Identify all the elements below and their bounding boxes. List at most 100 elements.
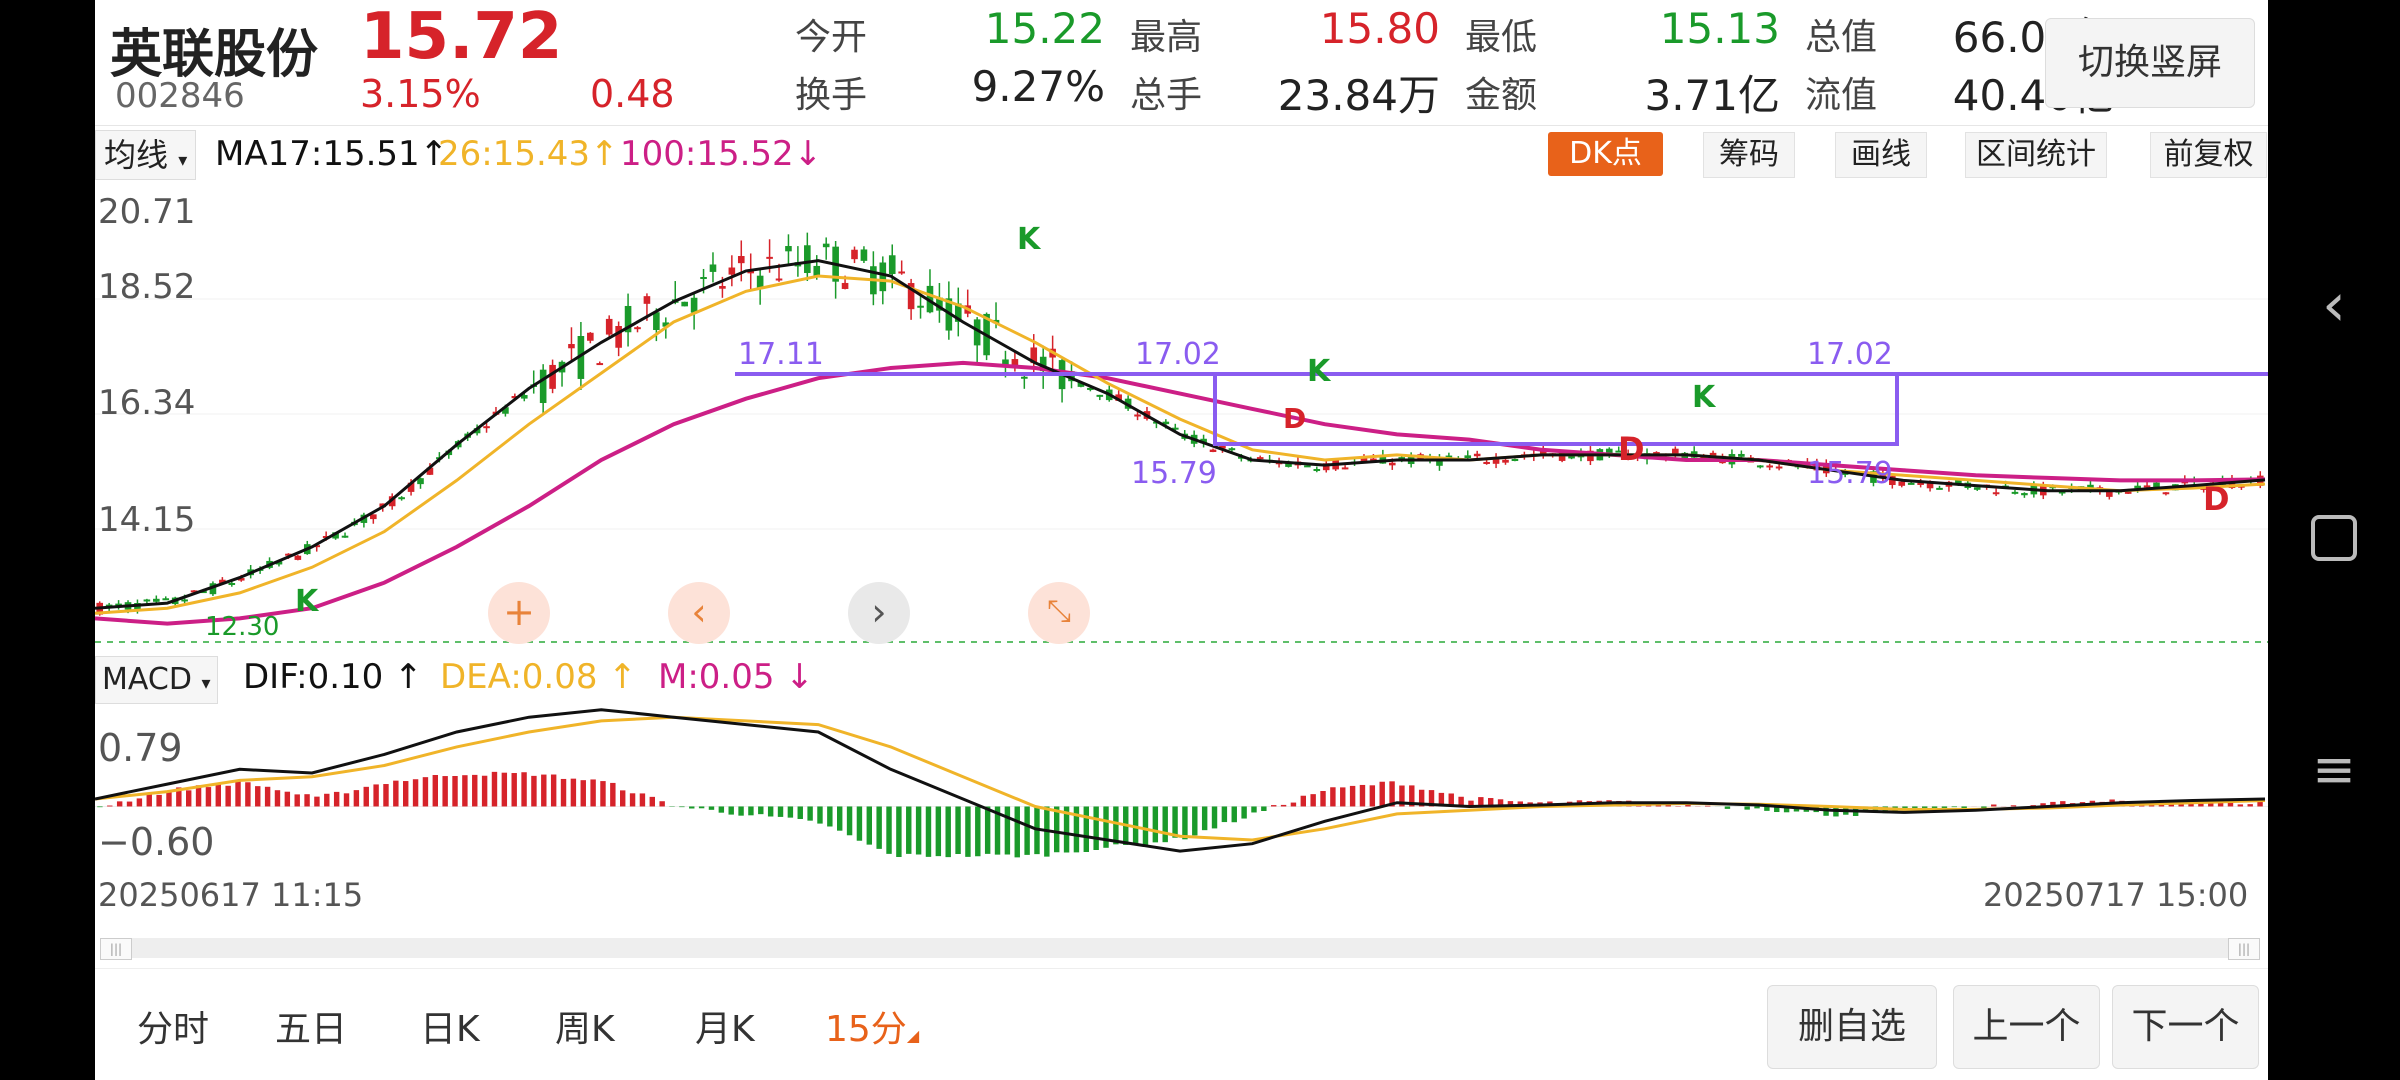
- candle-body: [813, 265, 821, 276]
- time-axis-start: 20250617 11:15: [98, 876, 364, 914]
- chart-scrollbar[interactable]: ||| |||: [100, 938, 2260, 960]
- k-signal-label: K: [295, 584, 319, 619]
- chips-button[interactable]: 筹码: [1703, 132, 1795, 178]
- ma100-arrow: ↓: [793, 134, 823, 174]
- app-screen: 英联股份 15.72 002846 3.15% 0.48 今开 15.22 最高 15…: [95, 0, 2268, 1080]
- m-value: M:0.05: [658, 657, 775, 697]
- draw-line-button[interactable]: 画线: [1835, 132, 1927, 178]
- forward-adjust-button[interactable]: 前复权: [2150, 132, 2267, 178]
- candle-body: [822, 243, 830, 248]
- next-stock-label: 下一个: [2131, 1006, 2240, 1047]
- stat-value: 15.22: [984, 4, 1105, 53]
- remove-watchlist-button[interactable]: 删自选: [1767, 985, 1937, 1069]
- candle-body: [898, 271, 905, 274]
- candle-body: [1209, 449, 1217, 453]
- stat-value: 15.80: [1319, 4, 1440, 53]
- previous-stock-label: 上一个: [1972, 1006, 2081, 1047]
- tab-five-day[interactable]: 五日: [275, 1000, 347, 1052]
- candle-body: [2143, 485, 2151, 488]
- chevron-down-icon: ▾: [201, 673, 211, 694]
- candle-body: [2021, 493, 2028, 496]
- candle-body: [775, 278, 783, 281]
- candle-body: [1756, 465, 1764, 468]
- previous-stock-button[interactable]: 上一个: [1953, 985, 2100, 1069]
- macd-axis-label: 0.79: [98, 726, 183, 770]
- scroll-right-button[interactable]: ›: [848, 582, 910, 644]
- next-stock-button[interactable]: 下一个: [2112, 985, 2259, 1069]
- range-stats-label: 区间统计: [1976, 137, 2096, 172]
- dea-line: [95, 715, 2266, 842]
- tab-15min-label: 15分: [825, 1009, 907, 1050]
- home-icon[interactable]: [2268, 515, 2400, 561]
- candle-body: [1775, 466, 1783, 469]
- level-label-top-right: 17.02: [1807, 337, 1893, 372]
- tab-timeshare[interactable]: 分时: [137, 1000, 209, 1052]
- candle-body: [341, 535, 349, 538]
- stat-label: 今开: [795, 17, 868, 58]
- scroll-left-button[interactable]: ‹: [668, 582, 730, 644]
- scroll-handle-left[interactable]: |||: [100, 938, 132, 960]
- candle-body: [143, 599, 151, 602]
- scroll-handle-right[interactable]: |||: [2228, 938, 2260, 960]
- ma17-line: [95, 259, 2266, 610]
- candle-body: [1936, 487, 1943, 490]
- macd-selector[interactable]: MACD ▾: [95, 656, 218, 704]
- candle-body: [719, 286, 726, 289]
- candle-body: [1898, 481, 1906, 486]
- candle-body: [2162, 492, 2170, 495]
- m-readout: M:0.05 ↓: [658, 657, 814, 697]
- ma26-value: 26:15.43: [438, 134, 591, 174]
- tab-15min[interactable]: 15分◢: [825, 1000, 919, 1052]
- candle-body: [181, 599, 188, 602]
- candle-body: [1473, 453, 1481, 457]
- kline-chart[interactable]: [95, 184, 2268, 644]
- stat-label: 金额: [1465, 75, 1538, 116]
- candle-body: [851, 249, 858, 260]
- level-label-bottom-right: 15.79: [1807, 456, 1893, 491]
- candle-body: [1464, 455, 1472, 459]
- candle-body: [1973, 487, 1981, 490]
- tab-day-k[interactable]: 日K: [420, 1000, 480, 1052]
- candle-body: [1304, 465, 1311, 468]
- candle-body: [879, 262, 887, 292]
- back-icon[interactable]: ‹: [2268, 270, 2400, 340]
- plus-icon: +: [503, 590, 535, 634]
- dk-button-label: DK点: [1569, 136, 1642, 171]
- dif-value: DIF:0.10: [243, 657, 384, 697]
- tab-month-k[interactable]: 月K: [695, 1000, 755, 1052]
- candle-body: [549, 364, 556, 389]
- candle-body: [615, 326, 622, 348]
- candle-body: [804, 245, 811, 274]
- candle-body: [398, 497, 405, 500]
- header-divider: [95, 125, 2268, 126]
- system-navigation-bar: ‹ ≡: [2268, 0, 2400, 1080]
- candle-body: [162, 598, 170, 601]
- macd-chart[interactable]: [95, 706, 2268, 866]
- candle-body: [1256, 457, 1264, 460]
- range-stats-button[interactable]: 区间统计: [1965, 132, 2107, 178]
- dif-line: [95, 708, 2266, 853]
- forward-adjust-label: 前复权: [2163, 137, 2254, 172]
- ma100-line: [95, 360, 2266, 626]
- stat-label: 最低: [1465, 17, 1538, 58]
- price-axis-label: 14.15: [98, 500, 196, 540]
- ma-selector[interactable]: 均线 ▾: [95, 130, 197, 180]
- price-axis-label: 16.34: [98, 383, 196, 423]
- switch-portrait-button[interactable]: 切换竖屏: [2045, 18, 2255, 108]
- level-label-top-left: 17.11: [738, 337, 824, 372]
- change-percent: 3.15%: [360, 72, 481, 116]
- candle-body: [587, 332, 594, 341]
- menu-icon[interactable]: ≡: [2268, 740, 2400, 800]
- dea-value: DEA:0.08: [440, 657, 598, 697]
- zoom-in-button[interactable]: +: [488, 582, 550, 644]
- collapse-button[interactable]: ⤡: [1028, 582, 1090, 644]
- tab-week-k[interactable]: 周K: [555, 1000, 615, 1052]
- candle-body: [1511, 459, 1519, 462]
- candle-body: [605, 318, 613, 335]
- k-signal-label: K: [1692, 380, 1716, 415]
- candle-body: [766, 256, 773, 259]
- dk-button[interactable]: DK点: [1548, 132, 1663, 176]
- home-square: [2311, 515, 2357, 561]
- low-level-label: 12.30: [205, 612, 280, 642]
- candle-body: [1926, 483, 1934, 489]
